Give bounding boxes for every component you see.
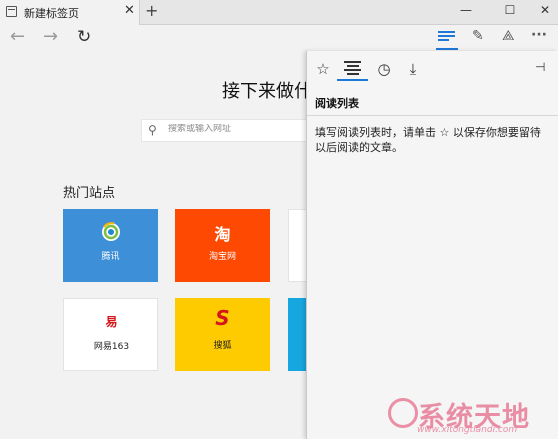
refresh-icon: ↻ bbox=[77, 27, 92, 47]
pin-icon[interactable]: ⊣ bbox=[535, 60, 545, 74]
reading-list-active-indicator bbox=[337, 79, 368, 81]
hub-title: 阅读列表 bbox=[315, 97, 359, 110]
tab-close-icon[interactable]: ✕ bbox=[124, 3, 135, 18]
hub-divider bbox=[307, 115, 558, 116]
hub-active-indicator bbox=[436, 48, 458, 50]
tile-label: 网易163 bbox=[93, 342, 130, 352]
tile-163[interactable]: 易 网易163 bbox=[63, 298, 158, 371]
share-icon[interactable]: ⟁ bbox=[502, 28, 515, 44]
tile-partial[interactable] bbox=[288, 298, 307, 371]
reading-list-icon[interactable] bbox=[344, 61, 361, 75]
history-icon[interactable]: ◷ bbox=[373, 60, 395, 78]
arrow-right-icon: → bbox=[43, 26, 59, 47]
reading-list-empty-message: 填写阅读列表时，请单击 ☆ 以保存你想要留待以后阅读的文章。 bbox=[315, 126, 541, 154]
more-button[interactable]: ··· bbox=[531, 27, 547, 43]
watermark-url: www.xitongtiandi.com bbox=[417, 425, 518, 435]
web-note-icon[interactable]: ✎ bbox=[472, 28, 484, 44]
tile-label: 腾讯 bbox=[101, 252, 120, 262]
tile-tencent[interactable]: 腾讯 bbox=[63, 209, 158, 282]
search-input[interactable] bbox=[168, 124, 318, 134]
top-sites-heading: 热门站点 bbox=[63, 186, 116, 201]
hub-icon[interactable] bbox=[438, 31, 455, 41]
arrow-left-icon: ← bbox=[10, 26, 26, 47]
tencent-logo-icon bbox=[63, 221, 158, 247]
sohu-logo-icon: S bbox=[215, 306, 230, 330]
tab-title: 新建标签页 bbox=[24, 7, 79, 20]
tile-sohu[interactable]: S 搜狐 bbox=[175, 298, 270, 371]
back-button[interactable]: ← bbox=[10, 26, 25, 48]
new-tab-page-icon bbox=[6, 6, 17, 17]
minimize-button[interactable]: — bbox=[454, 3, 478, 17]
refresh-button[interactable]: ↻ bbox=[77, 26, 91, 48]
tile-taobao[interactable]: 淘 淘宝网 bbox=[175, 209, 270, 282]
forward-button[interactable]: → bbox=[43, 26, 58, 48]
watermark-logo-icon bbox=[388, 398, 418, 428]
favorites-star-icon[interactable]: ☆ bbox=[312, 60, 334, 78]
tile-partial[interactable] bbox=[288, 209, 307, 282]
search-icon: ⚲ bbox=[148, 123, 157, 137]
taobao-logo-icon: 淘 bbox=[214, 225, 231, 244]
page-heading: 接下来做什 bbox=[222, 81, 312, 102]
netease-logo-icon: 易 bbox=[105, 315, 118, 329]
new-tab-button[interactable]: + bbox=[145, 1, 158, 20]
downloads-icon[interactable]: ⤓ bbox=[402, 60, 424, 78]
tile-label: 淘宝网 bbox=[208, 252, 236, 262]
maximize-button[interactable]: ☐ bbox=[498, 3, 522, 17]
tile-label: 搜狐 bbox=[213, 341, 232, 351]
window-close-button[interactable]: ✕ bbox=[533, 3, 557, 17]
